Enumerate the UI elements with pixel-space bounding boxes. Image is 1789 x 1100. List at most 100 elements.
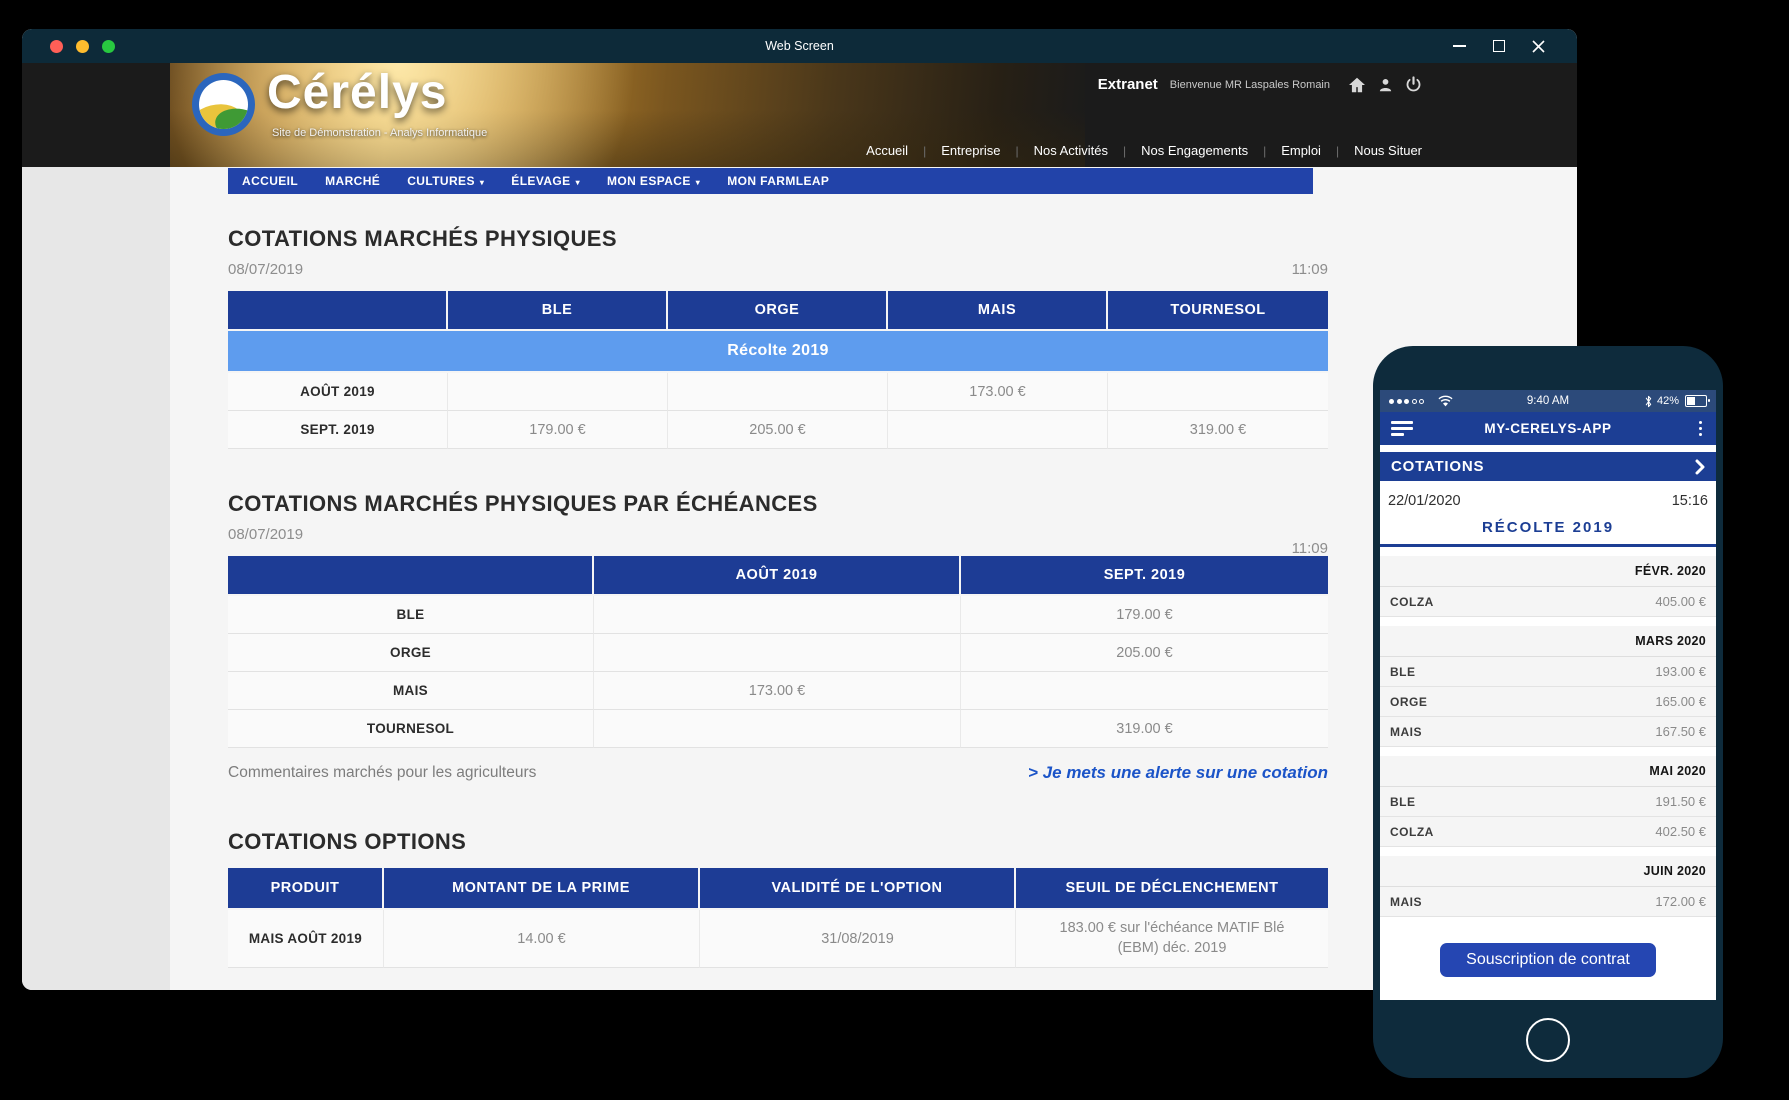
phone-date: 22/01/2020	[1388, 493, 1461, 509]
table-cell: 183.00 € sur l'échéance MATIF Blé (EBM) …	[1016, 910, 1328, 968]
table-cell: 14.00 €	[384, 910, 700, 968]
hamburger-menu-icon[interactable]	[1391, 421, 1413, 436]
bluetooth-icon	[1644, 395, 1653, 408]
table-cell: 173.00 €	[594, 672, 961, 710]
table-cell	[594, 710, 961, 748]
subnav-item-mon-espace[interactable]: MON ESPACE▾	[607, 174, 700, 188]
page-content: COTATIONS MARCHÉS PHYSIQUES 08/07/2019 1…	[228, 226, 1328, 968]
table-cell: 173.00 €	[888, 373, 1108, 411]
market-comment-text: Commentaires marchés pour les agriculteu…	[228, 764, 536, 782]
wifi-icon	[1438, 395, 1453, 407]
cotations-header-bar[interactable]: COTATIONS	[1380, 452, 1716, 481]
quote-row: COLZA405.00 €	[1380, 587, 1716, 617]
table-cell: 319.00 €	[961, 710, 1328, 748]
close-icon[interactable]	[1532, 40, 1545, 53]
table-cell	[961, 672, 1328, 710]
topnav-separator: |	[1123, 144, 1126, 158]
minimize-icon[interactable]	[1453, 45, 1466, 47]
table-cell: 319.00 €	[1108, 411, 1328, 449]
row-header: TOURNESOL	[228, 710, 594, 748]
traffic-lights	[50, 40, 115, 53]
quote-price: 191.50 €	[1655, 794, 1706, 809]
topnav-item-entreprise[interactable]: Entreprise	[941, 143, 1000, 158]
phone-screen: 9:40 AM 42% MY-CERELYS-APP	[1380, 390, 1716, 1000]
chevron-right-icon	[1695, 459, 1705, 475]
app-title: MY-CERELYS-APP	[1380, 421, 1716, 436]
window-title: Web Screen	[22, 39, 1577, 53]
power-logout-icon[interactable]	[1405, 76, 1422, 93]
topnav-item-emploi[interactable]: Emploi	[1281, 143, 1321, 158]
topnav-item-nous-situer[interactable]: Nous Situer	[1354, 143, 1422, 158]
subnav-item-marche[interactable]: MARCHÉ	[325, 174, 380, 188]
row-header: ORGE	[228, 634, 594, 672]
home-icon[interactable]	[1348, 77, 1366, 93]
subnav-item-cultures[interactable]: CULTURES▾	[407, 174, 484, 188]
table-cell: 205.00 €	[668, 411, 888, 449]
table-cell	[594, 596, 961, 634]
table-cell	[888, 411, 1108, 449]
echeances-date-row: 08/07/2019 11:09	[228, 526, 1328, 543]
brand-tagline: Site de Démonstration - Analys Informati…	[272, 127, 487, 139]
quote-price: 193.00 €	[1655, 664, 1706, 679]
section-title-echeances: COTATIONS MARCHÉS PHYSIQUES PAR ÉCHÉANCE…	[228, 491, 1328, 517]
quote-row: BLE 193.00 €	[1380, 657, 1716, 687]
chevron-down-icon: ▾	[696, 178, 700, 187]
table-cell: 179.00 €	[448, 411, 668, 449]
subscribe-contract-button[interactable]: Souscription de contrat	[1440, 943, 1656, 977]
quote-price: 172.00 €	[1655, 894, 1706, 909]
set-alert-link[interactable]: > Je mets une alerte sur une cotation	[1028, 763, 1328, 783]
month-group-fevr-2020: FÉVR. 2020COLZA405.00 €	[1380, 556, 1716, 617]
month-header: FÉVR. 2020	[1380, 556, 1716, 587]
quote-price: 167.50 €	[1655, 724, 1706, 739]
cerelys-logo-globe	[199, 80, 248, 129]
extranet-label: Extranet	[1098, 76, 1158, 93]
quote-product: BLE	[1390, 665, 1416, 679]
browser-window: Web Screen Cérélys Site de Démonstratio	[22, 29, 1577, 990]
maximize-icon[interactable]	[1493, 40, 1505, 52]
subnav-item-mon-farmleap[interactable]: MON FARMLEAP	[727, 174, 829, 188]
topnav-item-nos-activites[interactable]: Nos Activités	[1034, 143, 1108, 158]
phone-home-button[interactable]	[1526, 1018, 1570, 1062]
desktop-background: Web Screen Cérélys Site de Démonstratio	[0, 0, 1789, 1100]
quote-product: MAIS	[1390, 895, 1422, 909]
column-header-tournesol: TOURNESOL	[1108, 291, 1328, 331]
close-traffic-light[interactable]	[50, 40, 63, 53]
section-title-options: COTATIONS OPTIONS	[228, 829, 1328, 855]
month-group-mai-2020: MAI 2020BLE191.50 €COLZA402.50 €	[1380, 756, 1716, 847]
column-header-montant-de-la-prime: MONTANT DE LA PRIME	[384, 868, 700, 910]
table-cell	[668, 373, 888, 411]
chevron-down-icon: ▾	[480, 178, 484, 187]
minimize-traffic-light[interactable]	[76, 40, 89, 53]
topnav-item-nos-engagements[interactable]: Nos Engagements	[1141, 143, 1248, 158]
topnav-separator: |	[1336, 144, 1339, 158]
phone-app-bar: MY-CERELYS-APP	[1380, 412, 1716, 445]
window-controls	[1453, 40, 1545, 53]
phone-date-row: 22/01/2020 15:16	[1380, 481, 1716, 511]
main-navigation: Accueil | Entreprise | Nos Activités | Nos Eng…	[866, 143, 1422, 158]
battery-icon	[1685, 395, 1707, 407]
topnav-separator: |	[1263, 144, 1266, 158]
topnav-separator: |	[923, 144, 926, 158]
column-header-sept-2019: SEPT. 2019	[961, 556, 1328, 596]
column-header-orge: ORGE	[668, 291, 888, 331]
overflow-menu-icon[interactable]	[1696, 418, 1706, 440]
quote-price: 402.50 €	[1655, 824, 1706, 839]
column-header-seuil-de-declenchement: SEUIL DE DÉCLENCHEMENT	[1016, 868, 1328, 910]
subnav-item-elevage[interactable]: ÉLEVAGE▾	[511, 174, 580, 188]
column-header-produit: PRODUIT	[228, 868, 384, 910]
cerelys-logo[interactable]	[192, 73, 255, 136]
column-header-aout-2019: AOÛT 2019	[594, 556, 961, 596]
options-table: PRODUITMONTANT DE LA PRIMEVALIDITÉ DE L'…	[228, 868, 1328, 968]
physiques-date: 08/07/2019	[228, 261, 303, 278]
quote-row: MAIS 172.00 €	[1380, 887, 1716, 917]
topnav-item-accueil[interactable]: Accueil	[866, 143, 908, 158]
table-cell: 205.00 €	[961, 634, 1328, 672]
user-icon[interactable]	[1378, 77, 1393, 93]
battery-percent: 42%	[1657, 395, 1679, 407]
quote-product: ORGE	[1390, 695, 1427, 709]
brand-name: Cérélys	[267, 65, 447, 120]
subnav-item-accueil[interactable]: ACCUEIL	[242, 174, 298, 188]
quote-price: 405.00 €	[1655, 594, 1706, 609]
zoom-traffic-light[interactable]	[102, 40, 115, 53]
row-header: BLE	[228, 596, 594, 634]
